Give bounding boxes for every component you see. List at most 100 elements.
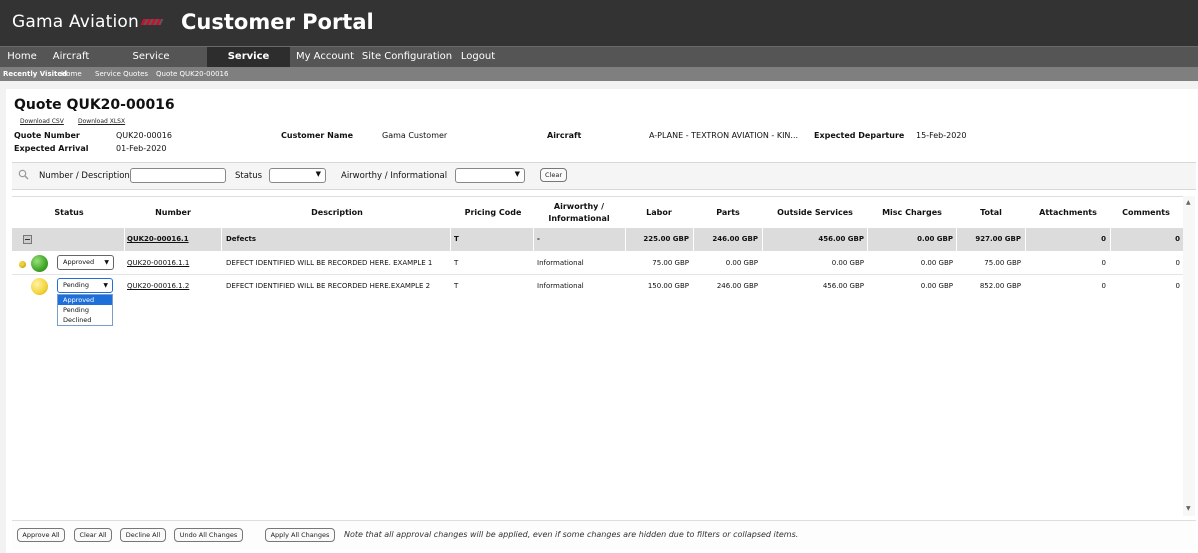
row-outside-services: 456.00 GBP xyxy=(822,282,864,290)
portal-title: Customer Portal xyxy=(181,10,374,34)
decline-all-button[interactable]: Decline All xyxy=(120,528,166,542)
group-description: Defects xyxy=(226,235,257,243)
group-pricing-code: T xyxy=(454,235,459,243)
search-icon xyxy=(18,169,29,180)
customer-name-label: Customer Name xyxy=(281,131,353,140)
chevron-down-icon: ▼ xyxy=(315,170,321,178)
col-attachments[interactable]: Attachments xyxy=(1026,208,1110,217)
group-total: 927.00 GBP xyxy=(975,235,1021,243)
row-parts: 246.00 GBP xyxy=(716,282,758,290)
col-misc-charges[interactable]: Misc Charges xyxy=(868,208,956,217)
row-misc-charges: 0.00 GBP xyxy=(920,282,953,290)
row-status-value: Pending xyxy=(63,281,89,289)
row-status-select[interactable]: Approved ▼ xyxy=(57,255,114,270)
col-comments[interactable]: Comments xyxy=(1111,208,1181,217)
row-misc-charges: 0.00 GBP xyxy=(920,259,953,267)
aircraft-value: A-PLANE - TEXTRON AVIATION - KIN... xyxy=(649,131,799,140)
row-status-select[interactable]: Pending ▼ xyxy=(57,278,113,293)
row-outside-services: 0.00 GBP xyxy=(831,259,864,267)
row-pricing-code: T xyxy=(454,282,459,290)
chevron-down-icon: ▼ xyxy=(104,259,109,266)
nav-service-quotes[interactable]: Service Quotes xyxy=(207,47,290,82)
row-labor: 75.00 GBP xyxy=(652,259,689,267)
logo-text: Gama Aviation xyxy=(12,12,139,32)
breadcrumb-home[interactable]: Home xyxy=(61,67,82,81)
quote-number-value: QUK20-00016 xyxy=(116,131,172,140)
status-option-approved[interactable]: Approved xyxy=(58,295,112,305)
clear-all-button[interactable]: Clear All xyxy=(74,528,112,542)
collapse-group-icon[interactable] xyxy=(23,235,32,244)
row-attachments: 0 xyxy=(1101,259,1106,267)
nav-service-status-history[interactable]: Service Status/History xyxy=(96,47,206,82)
status-option-pending[interactable]: Pending xyxy=(58,305,112,315)
scroll-down-icon[interactable]: ▼ xyxy=(1186,505,1191,512)
col-number[interactable]: Number xyxy=(125,208,221,217)
breadcrumb-quote[interactable]: Quote QUK20-00016 xyxy=(156,67,228,81)
group-misc-charges: 0.00 GBP xyxy=(917,235,953,243)
apply-all-changes-button[interactable]: Apply All Changes xyxy=(265,528,335,542)
group-airworthy: - xyxy=(537,235,540,243)
col-description[interactable]: Description xyxy=(222,208,452,217)
group-number-link[interactable]: QUK20-00016.1 xyxy=(127,235,189,243)
recently-visited-label: Recently Visited xyxy=(3,70,68,78)
row-total: 75.00 GBP xyxy=(984,259,1021,267)
column-divider xyxy=(124,228,125,251)
column-divider xyxy=(450,228,451,251)
expected-departure-label: Expected Departure xyxy=(814,131,905,140)
group-attachments: 0 xyxy=(1101,235,1106,243)
gama-aviation-logo[interactable]: Gama Aviation xyxy=(12,12,164,32)
row-number-link[interactable]: QUK20-00016.1.1 xyxy=(127,259,189,267)
quote-number-label: Quote Number xyxy=(14,131,80,140)
row-attachments: 0 xyxy=(1101,282,1106,290)
undo-all-changes-button[interactable]: Undo All Changes xyxy=(174,528,243,542)
main-nav: Home Aircraft Service Status/History Ser… xyxy=(0,46,1198,82)
download-xlsx-link[interactable]: Download XLSX xyxy=(78,118,125,125)
expected-arrival-label: Expected Arrival xyxy=(14,144,89,153)
col-total[interactable]: Total xyxy=(957,208,1025,217)
nav-my-account[interactable]: My Account xyxy=(291,47,359,68)
row-labor: 150.00 GBP xyxy=(647,282,689,290)
expected-arrival-value: 01-Feb-2020 xyxy=(116,144,167,153)
col-parts[interactable]: Parts xyxy=(694,208,762,217)
filter-airworthy-select[interactable]: ▼ xyxy=(455,168,525,183)
grid-scrollbar[interactable]: ▲ ▼ xyxy=(1183,196,1195,516)
status-option-declined[interactable]: Declined xyxy=(58,315,112,325)
group-outside-services: 456.00 GBP xyxy=(818,235,864,243)
nav-site-configuration[interactable]: Site Configuration xyxy=(360,47,454,68)
row-total: 852.00 GBP xyxy=(979,282,1021,290)
status-dropdown-menu: Approved Pending Declined xyxy=(57,294,113,326)
row-airworthy: Informational xyxy=(537,282,584,290)
filter-clear-button[interactable]: Clear xyxy=(540,168,567,182)
nav-home[interactable]: Home xyxy=(0,47,44,68)
group-labor: 225.00 GBP xyxy=(643,235,689,243)
row-airworthy: Informational xyxy=(537,259,584,267)
aircraft-label: Aircraft xyxy=(547,131,582,140)
col-airworthy[interactable]: Airworthy / Informational xyxy=(534,201,624,225)
group-comments: 0 xyxy=(1175,235,1180,243)
chevron-down-icon: ▼ xyxy=(514,170,520,178)
download-csv-link[interactable]: Download CSV xyxy=(20,118,64,125)
filter-status-select[interactable]: ▼ xyxy=(269,168,326,183)
filter-number-label: Number / Description xyxy=(39,171,130,181)
row-comments: 0 xyxy=(1175,259,1180,267)
col-pricing-code[interactable]: Pricing Code xyxy=(453,208,533,217)
approve-all-button[interactable]: Approve All xyxy=(17,528,65,542)
col-status[interactable]: Status xyxy=(40,208,98,217)
chevron-down-icon: ▼ xyxy=(103,282,108,289)
nav-logout[interactable]: Logout xyxy=(455,47,501,68)
status-pending-icon xyxy=(31,278,48,295)
row-description: DEFECT IDENTIFIED WILL BE RECORDED HERE.… xyxy=(226,259,433,267)
breadcrumb: Recently Visited Home Service Quotes Quo… xyxy=(0,67,1198,81)
filter-status-label: Status xyxy=(235,171,263,181)
scroll-up-icon[interactable]: ▲ xyxy=(1186,199,1191,206)
filter-number-input[interactable] xyxy=(130,168,226,183)
col-labor[interactable]: Labor xyxy=(626,208,692,217)
column-divider xyxy=(221,228,222,251)
expected-departure-value: 15-Feb-2020 xyxy=(916,131,967,140)
breadcrumb-service-quotes[interactable]: Service Quotes xyxy=(95,67,148,81)
nav-aircraft[interactable]: Aircraft xyxy=(46,47,96,68)
row-number-link[interactable]: QUK20-00016.1.2 xyxy=(127,282,189,290)
column-divider xyxy=(533,228,534,251)
row-divider xyxy=(12,274,1183,275)
col-outside-services[interactable]: Outside Services xyxy=(763,208,867,217)
